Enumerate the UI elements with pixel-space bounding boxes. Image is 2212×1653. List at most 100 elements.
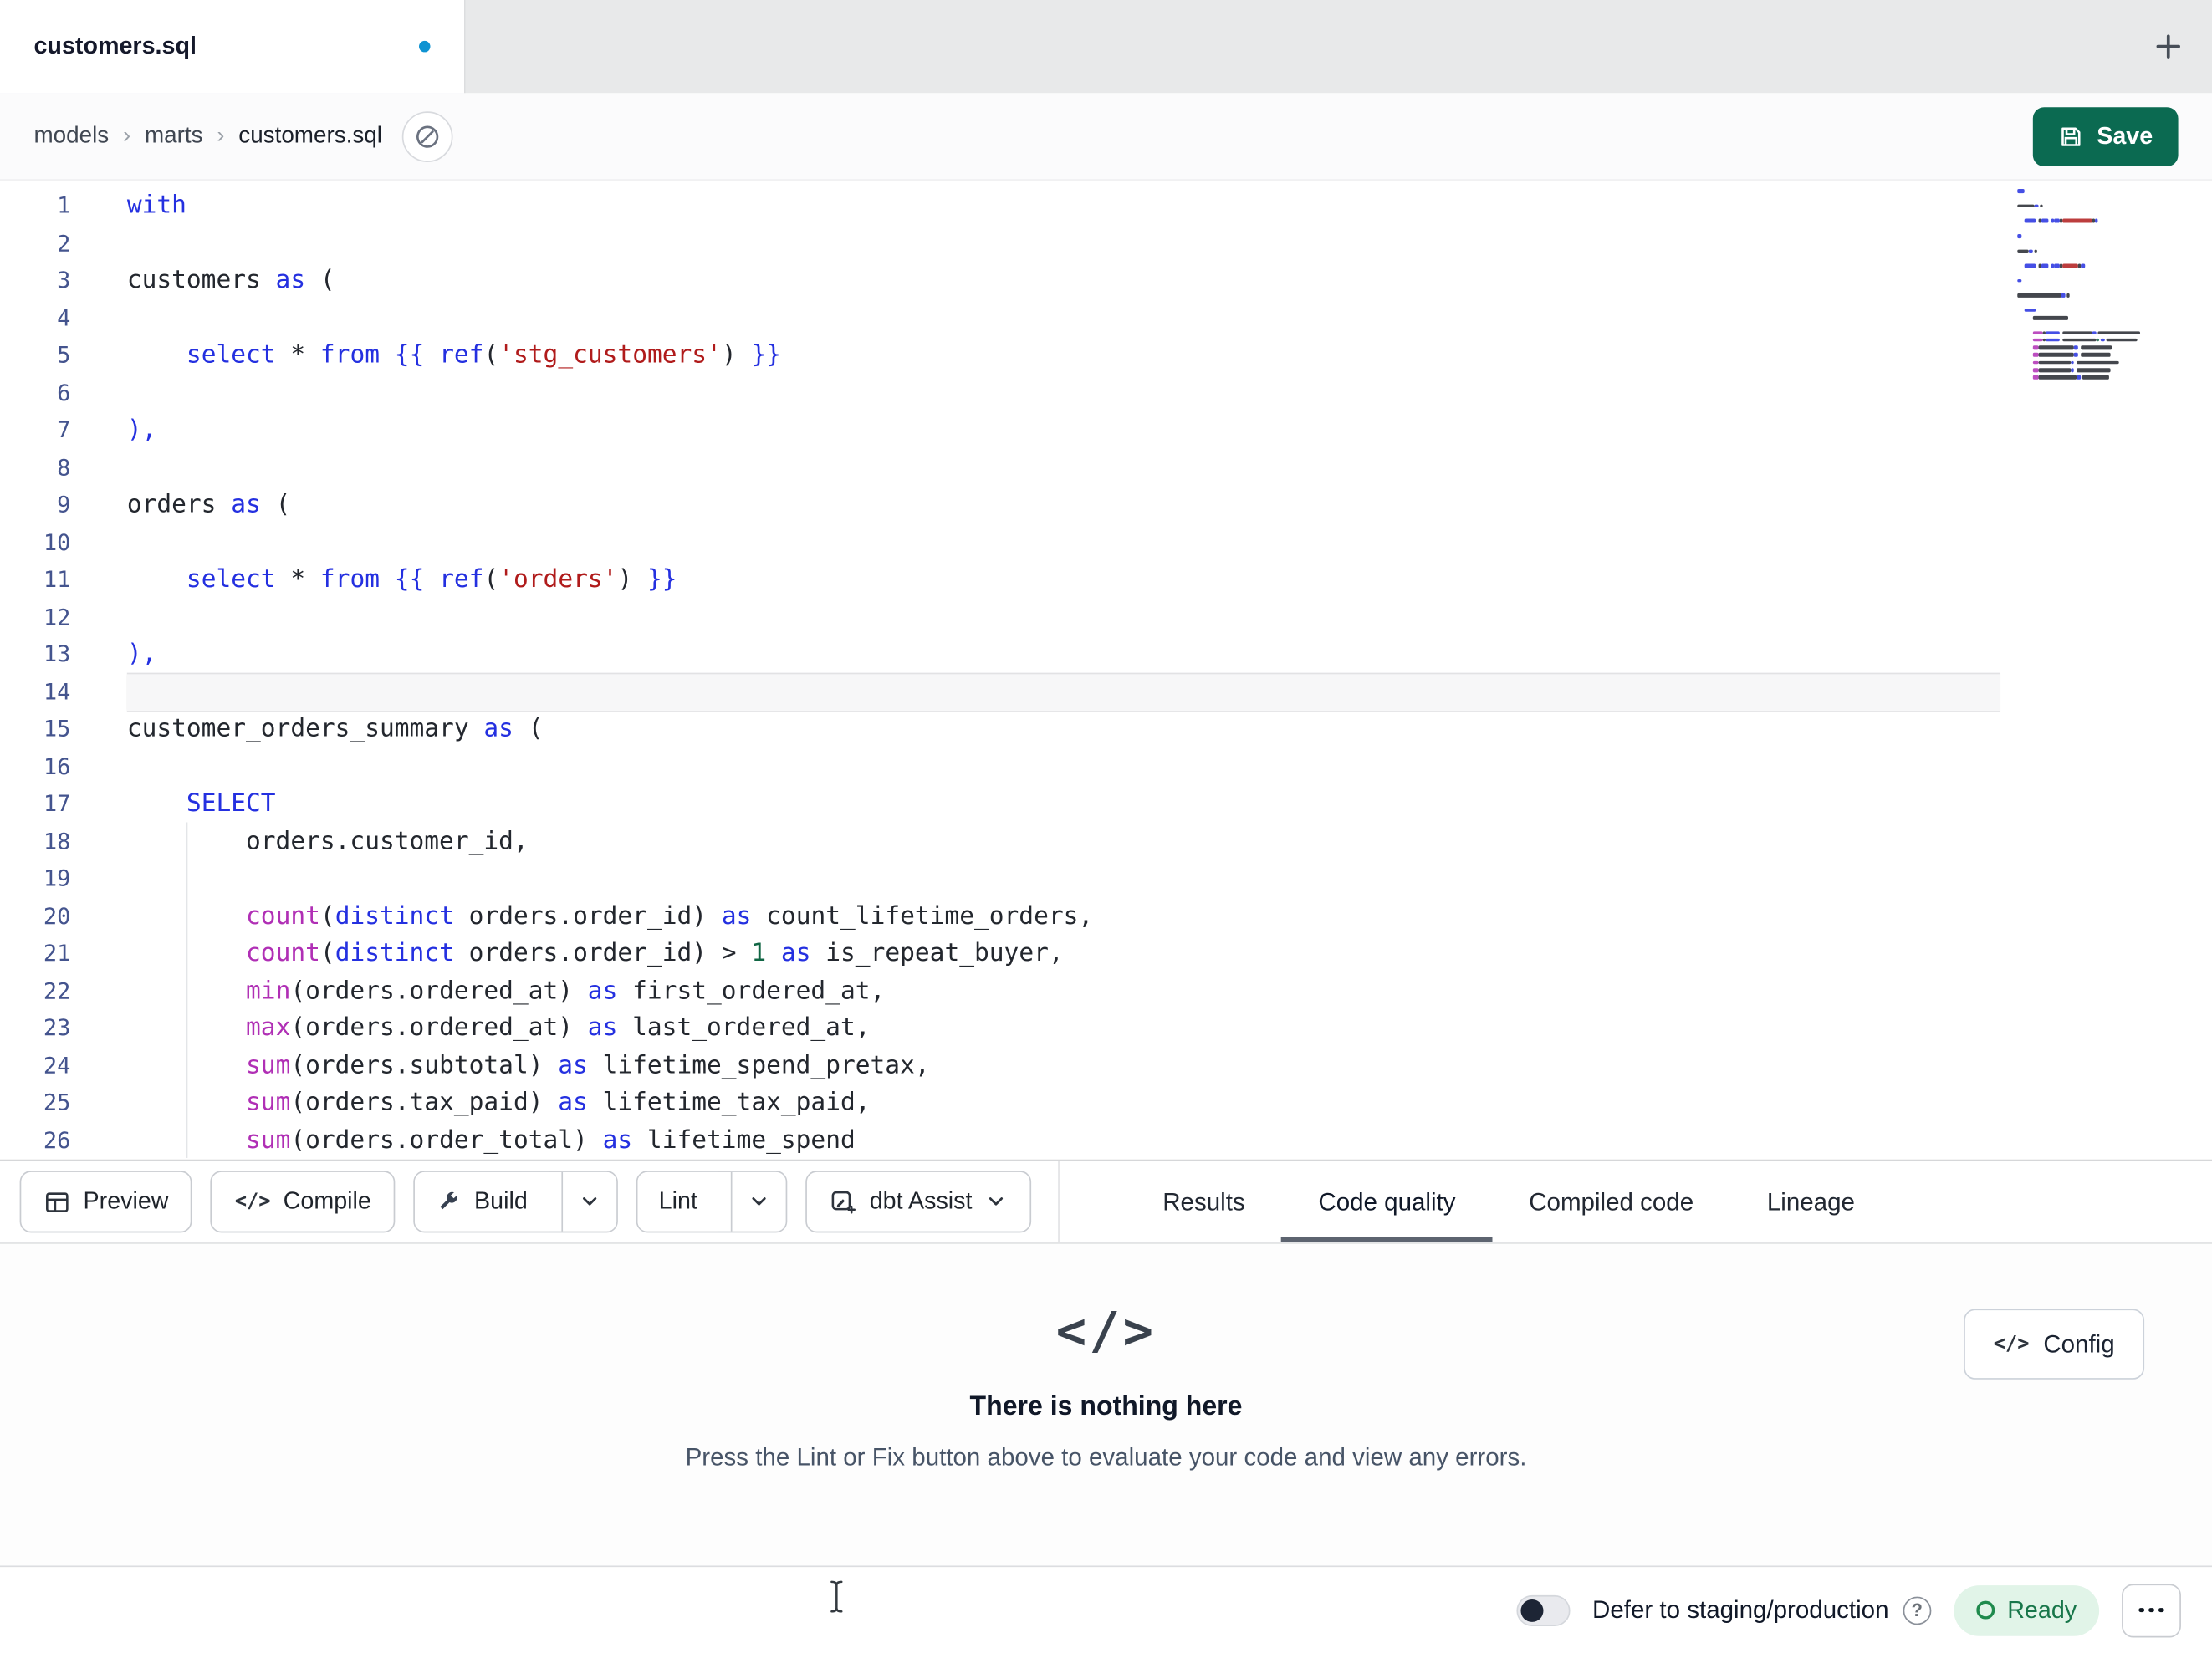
editor-tab-bar: customers.sql	[0, 0, 2212, 94]
code-line[interactable]: 24 sum(orders.subtotal) as lifetime_spen…	[0, 1048, 2212, 1085]
code-line-text: orders.customer_id,	[126, 827, 529, 856]
more-options-button[interactable]	[2122, 1583, 2181, 1637]
code-line[interactable]: 21 count(distinct orders.order_id) > 1 a…	[0, 935, 2212, 972]
code-line[interactable]: 11 select * from {{ ref('orders') }}	[0, 561, 2212, 599]
line-number: 21	[43, 939, 71, 967]
toolbar-divider	[1058, 1160, 1060, 1244]
build-dropdown-button[interactable]	[561, 1171, 617, 1232]
dbt-ide-window: customers.sql models › marts › customers…	[0, 0, 2212, 1653]
code-icon: </>	[234, 1190, 271, 1213]
code-line[interactable]: 25 sum(orders.tax_paid) as lifetime_tax_…	[0, 1084, 2212, 1122]
code-line-text: customers as (	[126, 266, 335, 295]
build-button[interactable]: Build	[415, 1171, 549, 1232]
code-line[interactable]: 26 sum(orders.order_total) as lifetime_s…	[0, 1122, 2212, 1160]
code-line-text: with	[126, 191, 186, 221]
code-line[interactable]: 1 with	[0, 187, 2212, 225]
line-number: 10	[43, 528, 71, 555]
preview-button-label: Preview	[83, 1187, 169, 1215]
code-line-text	[127, 524, 2000, 562]
chevron-down-icon	[989, 1197, 1004, 1206]
code-line-text	[127, 299, 2000, 337]
config-button[interactable]: </> Config	[1964, 1309, 2145, 1380]
code-line-text: count(distinct orders.order_id) > 1 as i…	[246, 939, 1064, 968]
code-line[interactable]: 4	[0, 299, 2212, 337]
chevron-down-icon	[582, 1197, 597, 1206]
code-line[interactable]: 3 customers as (	[0, 263, 2212, 300]
line-number: 23	[43, 1013, 71, 1041]
code-line[interactable]: 18 orders.customer_id,	[0, 823, 2212, 860]
help-icon[interactable]: ?	[1903, 1595, 1932, 1625]
line-number: 18	[43, 827, 71, 855]
line-number: 17	[43, 789, 71, 817]
tab-code-quality[interactable]: Code quality	[1282, 1161, 1493, 1242]
config-button-label: Config	[2043, 1329, 2115, 1358]
line-number: 2	[57, 229, 71, 257]
preview-button[interactable]: Preview	[19, 1171, 193, 1233]
status-circle-icon	[1976, 1600, 1995, 1620]
line-number: 24	[43, 1051, 71, 1079]
line-number: 1	[57, 191, 71, 219]
chevron-down-icon	[753, 1197, 767, 1206]
code-line[interactable]: 10	[0, 524, 2212, 562]
lint-button[interactable]: Lint	[637, 1171, 719, 1232]
code-line[interactable]: 8	[0, 449, 2212, 487]
breadcrumb-marts[interactable]: marts	[145, 123, 203, 150]
code-line[interactable]: 6	[0, 375, 2212, 412]
plus-icon	[2156, 34, 2180, 59]
lint-dropdown-button[interactable]	[731, 1171, 787, 1232]
tab-compiled-code[interactable]: Compiled code	[1492, 1161, 1730, 1242]
code-lines: 1 with 2 3 customers as (4 5 select * from {{…	[0, 181, 2212, 1160]
ready-status-badge[interactable]: Ready	[1954, 1584, 2100, 1635]
code-editor[interactable]: 1 with 2 3 customers as (4 5 select * from {{…	[0, 180, 2212, 1160]
code-line[interactable]: 17 SELECT	[0, 786, 2212, 824]
compile-button[interactable]: </> Compile	[211, 1171, 396, 1233]
line-number: 19	[43, 865, 71, 892]
tab-results[interactable]: Results	[1126, 1161, 1281, 1242]
indent-guide	[186, 822, 188, 1158]
code-line[interactable]: 23 max(orders.ordered_at) as last_ordere…	[0, 1010, 2212, 1048]
lint-button-label: Lint	[658, 1187, 697, 1215]
breadcrumb-models[interactable]: models	[33, 123, 109, 150]
model-resource-button[interactable]	[401, 110, 453, 162]
minimap[interactable]	[2017, 189, 2150, 383]
code-line[interactable]: 9 orders as (	[0, 487, 2212, 524]
wrench-icon	[440, 1191, 458, 1210]
code-line[interactable]: 22 min(orders.ordered_at) as first_order…	[0, 972, 2212, 1010]
model-icon	[416, 125, 439, 147]
code-line[interactable]: 7),	[0, 412, 2212, 450]
line-number: 3	[57, 266, 71, 293]
breadcrumb-customers-sql[interactable]: customers.sql	[238, 123, 382, 150]
code-line[interactable]: 15 customer_orders_summary as (	[0, 711, 2212, 748]
file-tab-customers-sql[interactable]: customers.sql	[0, 0, 466, 94]
line-number: 20	[43, 901, 71, 929]
save-button[interactable]: Save	[2033, 106, 2179, 166]
code-line-text: max(orders.ordered_at) as last_ordered_a…	[246, 1013, 871, 1043]
code-line[interactable]: 19	[0, 860, 2212, 898]
code-quality-panel: </> There is nothing here Press the Lint…	[0, 1243, 2212, 1566]
file-header-bar: models › marts › customers.sql Save	[0, 93, 2212, 181]
code-line[interactable]: 5 select * from {{ ref('stg_customers') …	[0, 337, 2212, 375]
code-line[interactable]: 14	[0, 673, 2212, 712]
code-line-text: customer_orders_summary as (	[126, 715, 544, 743]
empty-state-title: There is nothing here	[969, 1391, 1243, 1422]
tab-lineage[interactable]: Lineage	[1730, 1161, 1892, 1242]
code-line[interactable]: 13),	[0, 636, 2212, 674]
code-line-text	[127, 860, 2000, 898]
code-line[interactable]: 20 count(distinct orders.order_id) as co…	[0, 898, 2212, 936]
code-line[interactable]: 12	[0, 599, 2212, 636]
line-number: 26	[43, 1125, 71, 1154]
code-line-text: sum(orders.order_total) as lifetime_spen…	[246, 1125, 856, 1155]
breadcrumb-separator: ›	[217, 123, 225, 148]
defer-toggle[interactable]	[1515, 1594, 1571, 1626]
code-line[interactable]: 16	[0, 748, 2212, 786]
code-line-text	[127, 599, 2000, 636]
code-line[interactable]: 2	[0, 225, 2212, 263]
dbt-assist-button[interactable]: dbt Assist	[805, 1171, 1032, 1233]
code-line-text	[127, 225, 2000, 263]
line-number: 12	[43, 603, 71, 630]
code-line-text	[126, 673, 2001, 712]
new-tab-button[interactable]	[2124, 0, 2212, 93]
code-line-text: min(orders.ordered_at) as first_ordered_…	[246, 977, 886, 1005]
code-line-text: sum(orders.tax_paid) as lifetime_tax_pai…	[246, 1089, 871, 1118]
defer-label: Defer to staging/production	[1592, 1594, 1889, 1624]
